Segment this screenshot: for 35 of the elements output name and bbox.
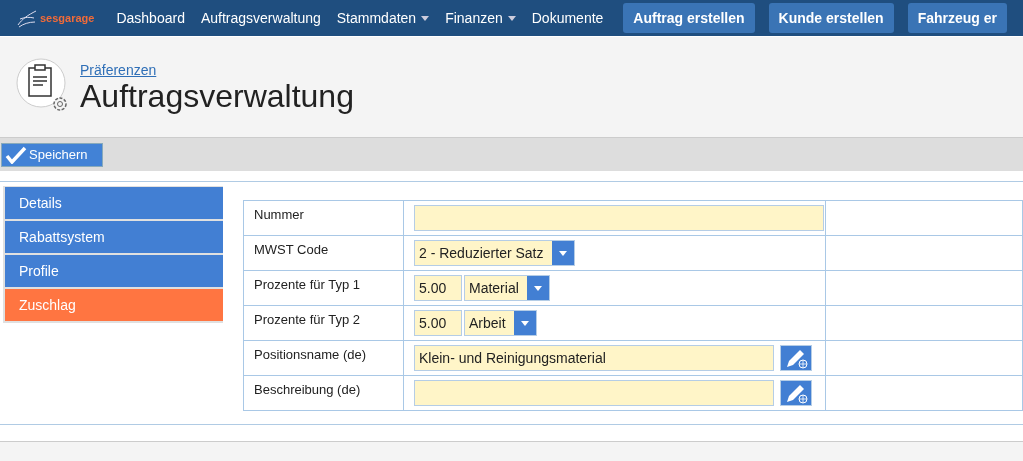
page-title: Auftragsverwaltung	[80, 77, 354, 115]
nav-link[interactable]: Stammdaten	[328, 10, 438, 26]
edit-button[interactable]	[780, 380, 812, 406]
nav-link[interactable]: Auftragsverwaltung	[192, 10, 329, 26]
field-label: Positionsname (de)	[243, 340, 404, 376]
field-label: Prozente für Typ 1	[243, 270, 404, 306]
create-button[interactable]: Fahrzeug er	[907, 3, 1007, 33]
input-field[interactable]: 5.00	[414, 310, 462, 336]
input-field[interactable]	[414, 380, 774, 406]
field-label: MWST Code	[243, 235, 404, 271]
select-field[interactable]: Arbeit	[464, 310, 537, 336]
select-field[interactable]: 2 - Reduzierter Satz	[414, 240, 575, 266]
sidebar-item[interactable]: Rabattsystem	[5, 221, 223, 253]
nav-link[interactable]: Dashboard	[108, 10, 193, 26]
select-field[interactable]: Material	[464, 275, 550, 301]
field-label: Beschreibung (de)	[243, 375, 404, 411]
field-label: Nummer	[243, 200, 404, 236]
create-button[interactable]: Auftrag erstellen	[623, 3, 755, 33]
input-field[interactable]	[414, 205, 824, 231]
nav-link[interactable]: Finanzen	[437, 10, 524, 26]
create-button[interactable]: Kunde erstellen	[768, 3, 894, 33]
input-field[interactable]: 5.00	[414, 275, 462, 301]
logo-text: sesgarage	[40, 12, 95, 24]
sidebar-item[interactable]: Details	[5, 187, 223, 219]
caret-icon	[533, 285, 542, 291]
field-label: Prozente für Typ 2	[243, 305, 404, 341]
sidebar-item[interactable]: Profile	[5, 255, 223, 287]
input-field[interactable]: Klein- und Reinigungsmaterial	[414, 345, 774, 371]
breadcrumb-link[interactable]: Präferenzen	[80, 61, 354, 78]
caret-icon	[558, 250, 567, 256]
nav-link[interactable]: Dokumente	[523, 10, 612, 26]
caret-icon	[520, 320, 529, 326]
check-icon	[5, 145, 27, 164]
edit-button[interactable]	[780, 345, 812, 371]
save-button[interactable]: Speichern	[1, 142, 103, 167]
